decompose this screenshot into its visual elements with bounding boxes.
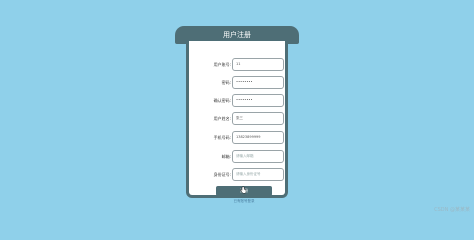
field-email: 邮箱: 请输入邮箱 [189, 150, 291, 163]
register-form: 用户账号: 11 密码: •••••••• 确认密码: •••••••• 用户姓… [186, 41, 291, 203]
login-link[interactable]: 已有账号登录 [227, 199, 261, 204]
confirm-password-input[interactable]: •••••••• [232, 94, 284, 107]
field-label: 用户姓名: [213, 116, 231, 121]
watermark: CSDN @某某某 [434, 207, 470, 213]
field-username: 用户姓名: 张三 [189, 112, 291, 125]
field-label: 用户账号: [213, 62, 231, 67]
field-account: 用户账号: 11 [189, 58, 291, 71]
username-input[interactable]: 张三 [232, 112, 284, 125]
register-card: 用户注册 用户账号: 11 密码: •••••••• 确认密码: •••••••… [175, 26, 299, 203]
id-number-input[interactable]: 请输入身份证号 [232, 168, 284, 181]
email-input[interactable]: 请输入邮箱 [232, 150, 284, 163]
hand-pointer-icon [240, 186, 246, 194]
field-id-number: 身份证号: 请输入身份证号 [189, 168, 291, 181]
account-input[interactable]: 11 [232, 58, 284, 71]
field-label: 邮箱: [221, 154, 231, 159]
field-label: 密码: [221, 80, 231, 85]
field-label: 手机号码: [213, 135, 231, 140]
field-confirm-password: 确认密码: •••••••• [189, 94, 291, 107]
field-password: 密码: •••••••• [189, 76, 291, 89]
field-label: 身份证号: [213, 172, 231, 177]
phone-input[interactable]: 13823899999 [232, 131, 284, 144]
password-input[interactable]: •••••••• [232, 76, 284, 89]
field-label: 确认密码: [213, 98, 231, 103]
field-phone: 手机号码: 13823899999 [189, 131, 291, 144]
